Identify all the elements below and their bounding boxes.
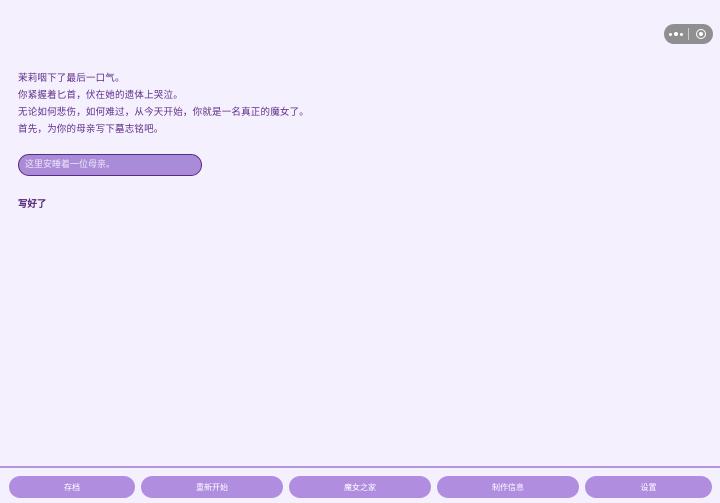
more-options-icon[interactable]	[664, 24, 688, 44]
story-line: 无论如何悲伤，如何难过，从今天开始，你就是一名真正的魔女了。	[18, 107, 310, 118]
settings-button[interactable]: 设置	[585, 476, 712, 498]
bottom-nav-bar: 存档 重新开始 魔女之家 制作信息 设置	[0, 466, 720, 503]
done-button[interactable]: 写好了	[18, 196, 47, 210]
game-screen: 茉莉咽下了最后一口气。 你紧握着匕首，伏在她的遗体上哭泣。 无论如何悲伤，如何难…	[0, 0, 720, 503]
save-button[interactable]: 存档	[9, 476, 135, 498]
witch-home-button[interactable]: 魔女之家	[289, 476, 431, 498]
story-text: 茉莉咽下了最后一口气。 你紧握着匕首，伏在她的遗体上哭泣。 无论如何悲伤，如何难…	[18, 70, 309, 138]
miniprogram-capsule	[664, 24, 713, 44]
credits-button[interactable]: 制作信息	[437, 476, 579, 498]
restart-button[interactable]: 重新开始	[141, 476, 283, 498]
story-line: 你紧握着匕首，伏在她的遗体上哭泣。	[18, 90, 183, 101]
close-miniprogram-icon[interactable]	[689, 24, 713, 44]
story-line: 茉莉咽下了最后一口气。	[18, 73, 125, 84]
epitaph-input[interactable]	[18, 154, 202, 176]
story-line: 首先，为你的母亲写下墓志铭吧。	[18, 124, 164, 135]
